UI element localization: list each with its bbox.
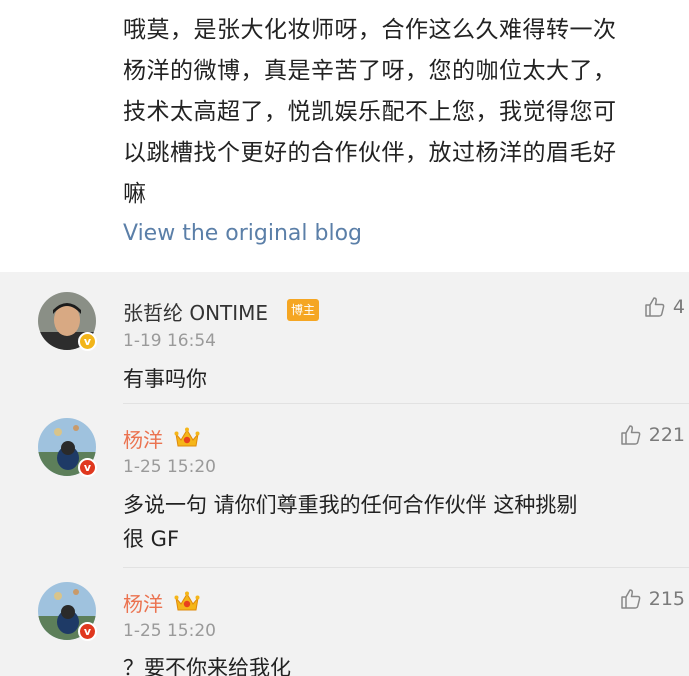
comment-item: v 杨洋 1-25 15:20 多说一句 请你们尊重我的任何合作伙伴 这种挑剔 … bbox=[0, 404, 689, 568]
verified-badge-icon: v bbox=[78, 622, 97, 641]
like-count: 221 bbox=[648, 424, 685, 446]
post-text-line: 以跳槽找个更好的合作伙伴，放过杨洋的眉毛好 bbox=[123, 140, 617, 166]
like-button[interactable]: 221 bbox=[619, 422, 685, 448]
like-count: 215 bbox=[648, 588, 685, 610]
author-badge: 博主 bbox=[287, 299, 320, 321]
verified-badge-icon: v bbox=[78, 458, 97, 477]
comment-time: 1-19 16:54 bbox=[123, 331, 216, 351]
weibo-comment-page: 哦莫，是张大化妆师呀，合作这么久难得转一次 杨洋的微博，真是辛苦了呀，您的咖位太… bbox=[0, 0, 689, 676]
comment-time: 1-25 15:20 bbox=[123, 621, 216, 641]
crown-icon bbox=[174, 427, 200, 447]
comment-text-line: 很 GF bbox=[123, 527, 180, 551]
comment-text: 有事吗你 bbox=[123, 367, 207, 391]
comment-item: v 张哲纶 ONTIME 博主 1-19 16:54 有事吗你 4 bbox=[0, 272, 689, 404]
comment-list: v 张哲纶 ONTIME 博主 1-19 16:54 有事吗你 4 v 杨洋 1… bbox=[0, 272, 689, 676]
comment-text-line: 多说一句 请你们尊重我的任何合作伙伴 这种挑剔 bbox=[123, 493, 578, 517]
crown-icon bbox=[174, 591, 200, 611]
commenter-name[interactable]: 杨洋 bbox=[123, 588, 163, 617]
post-text-line: 嘛 bbox=[123, 181, 147, 207]
like-count: 4 bbox=[672, 296, 685, 318]
post-text-line: 哦莫，是张大化妆师呀，合作这么久难得转一次 bbox=[123, 17, 617, 43]
verified-badge-icon: v bbox=[78, 332, 97, 351]
commenter-name[interactable]: 杨洋 bbox=[123, 424, 163, 453]
comment-item: v 杨洋 1-25 15:20 ？要不你来给我化 215 bbox=[0, 568, 689, 676]
comment-text: ？要不你来给我化 bbox=[123, 656, 291, 676]
post-text-line: 技术太高超了，悦凯娱乐配不上您，我觉得您可 bbox=[123, 99, 617, 125]
commenter-name[interactable]: 张哲纶 ONTIME bbox=[123, 297, 268, 326]
avatar[interactable]: v bbox=[38, 582, 97, 641]
like-button[interactable]: 4 bbox=[643, 294, 685, 320]
comment-time: 1-25 15:20 bbox=[123, 457, 216, 477]
thumbs-up-icon bbox=[645, 297, 665, 317]
avatar[interactable]: v bbox=[38, 292, 97, 351]
avatar[interactable]: v bbox=[38, 418, 97, 477]
post-text-line: 杨洋的微博，真是辛苦了呀，您的咖位太大了， bbox=[123, 58, 617, 84]
view-original-blog-link[interactable]: View the original blog bbox=[123, 221, 362, 246]
thumbs-up-icon bbox=[620, 425, 641, 445]
thumbs-up-icon bbox=[620, 589, 641, 609]
like-button[interactable]: 215 bbox=[619, 586, 685, 612]
post-body: 哦莫，是张大化妆师呀，合作这么久难得转一次 杨洋的微博，真是辛苦了呀，您的咖位太… bbox=[0, 0, 689, 272]
